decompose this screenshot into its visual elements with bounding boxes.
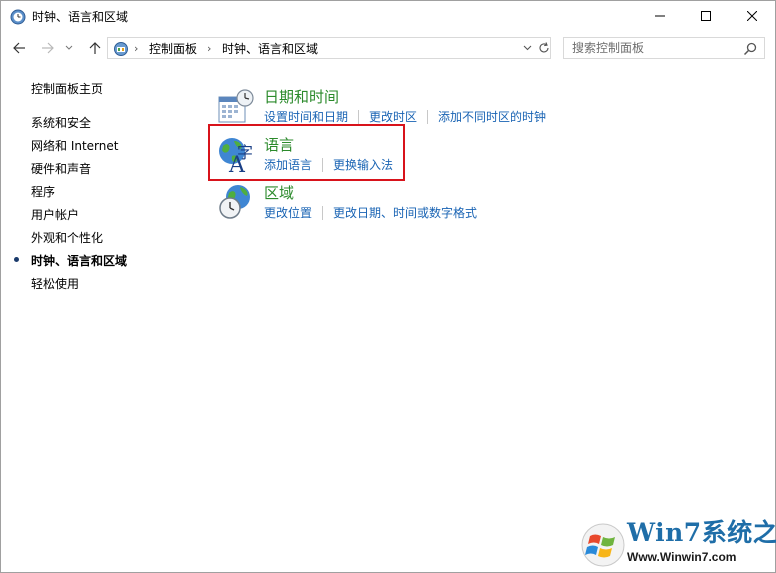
- arrow-up-icon: [89, 42, 101, 54]
- sidebar-item-programs[interactable]: 程序: [31, 184, 55, 200]
- control-panel-icon: [113, 41, 129, 57]
- change-location-link[interactable]: 更改位置: [264, 206, 312, 220]
- watermark-url: Www.Winwin7.com: [627, 550, 737, 564]
- chevron-down-icon: [65, 45, 73, 50]
- search-box[interactable]: [563, 37, 765, 59]
- search-input[interactable]: [564, 38, 740, 58]
- link-separator: [427, 110, 429, 124]
- set-time-date-link[interactable]: 设置时间和日期: [264, 110, 348, 124]
- calendar-clock-icon[interactable]: [217, 88, 255, 126]
- sidebar-item-user-accounts[interactable]: 用户帐户: [31, 207, 79, 223]
- clock-globe-icon: [10, 9, 26, 25]
- active-item-indicator: [14, 257, 19, 262]
- close-icon: [747, 11, 757, 21]
- navigation-bar: › 控制面板 › 时钟、语言和区域: [1, 31, 775, 65]
- date-time-title-link[interactable]: 日期和时间: [264, 88, 339, 106]
- address-dropdown-button[interactable]: [518, 39, 536, 57]
- sidebar-item-appearance[interactable]: 外观和个性化: [31, 230, 103, 246]
- watermark: Win7系统之家 Www.Winwin7.com: [579, 517, 776, 573]
- maximize-button[interactable]: [683, 1, 729, 31]
- control-panel-window: 时钟、语言和区域 › 控制面板 › 时钟、语言和区域 搜索控制面板 控制面板主页…: [0, 0, 776, 573]
- sidebar-item-clock-language-region[interactable]: 时钟、语言和区域: [31, 253, 127, 269]
- breadcrumb-separator[interactable]: ›: [134, 41, 138, 57]
- change-time-zone-link[interactable]: 更改时区: [369, 110, 417, 124]
- back-button[interactable]: [9, 38, 29, 58]
- add-clocks-link[interactable]: 添加不同时区的时钟: [438, 110, 546, 124]
- minimize-button[interactable]: [637, 1, 683, 31]
- highlight-box: [208, 124, 405, 181]
- close-button[interactable]: [729, 1, 775, 31]
- title-bar[interactable]: 时钟、语言和区域: [1, 1, 775, 31]
- refresh-icon: [539, 42, 549, 53]
- sidebar-item-hardware-sound[interactable]: 硬件和声音: [31, 161, 91, 177]
- address-bar[interactable]: › 控制面板 › 时钟、语言和区域: [107, 37, 551, 59]
- chevron-down-icon: [523, 45, 531, 51]
- region-globe-clock-icon[interactable]: [217, 184, 255, 222]
- watermark-brand: Win7系统之家: [627, 518, 776, 547]
- left-navigation-pane: 控制面板主页 系统和安全 网络和 Internet 硬件和声音 程序 用户帐户 …: [1, 65, 201, 565]
- date-time-links: 设置时间和日期 更改时区 添加不同时区的时钟: [264, 110, 546, 124]
- sidebar-item-network-internet[interactable]: 网络和 Internet: [31, 138, 118, 154]
- forward-button[interactable]: [38, 38, 58, 58]
- arrow-left-icon: [13, 42, 25, 54]
- link-separator: [322, 206, 324, 220]
- maximize-icon: [701, 11, 711, 21]
- sidebar-home-link[interactable]: 控制面板主页: [31, 81, 103, 97]
- region-title-link[interactable]: 区域: [264, 184, 294, 202]
- breadcrumb-current[interactable]: 时钟、语言和区域: [222, 41, 318, 57]
- change-date-time-number-format-link[interactable]: 更改日期、时间或数字格式: [333, 206, 477, 220]
- link-separator: [358, 110, 360, 124]
- region-links: 更改位置 更改日期、时间或数字格式: [264, 206, 477, 220]
- sidebar-item-ease-of-access[interactable]: 轻松使用: [31, 276, 79, 292]
- breadcrumb-separator[interactable]: ›: [207, 41, 211, 57]
- up-button[interactable]: [85, 38, 105, 58]
- recent-locations-button[interactable]: [63, 38, 75, 58]
- window-title: 时钟、语言和区域: [32, 10, 129, 24]
- sidebar-item-system-security[interactable]: 系统和安全: [31, 115, 91, 131]
- breadcrumb-control-panel[interactable]: 控制面板: [149, 41, 197, 57]
- windows-logo-icon: [581, 523, 625, 567]
- search-icon[interactable]: [742, 41, 758, 57]
- refresh-button[interactable]: [536, 39, 552, 57]
- minimize-icon: [655, 15, 665, 17]
- arrow-right-icon: [42, 42, 54, 54]
